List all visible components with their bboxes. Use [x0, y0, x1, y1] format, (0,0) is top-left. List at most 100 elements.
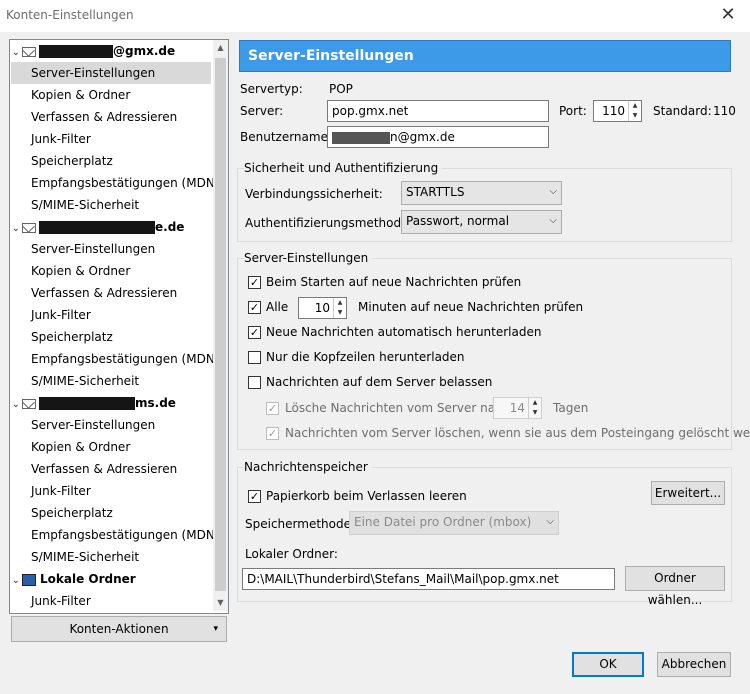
- chevron-down-icon: ⌵: [549, 215, 557, 226]
- check-new-checkbox[interactable]: ✓: [248, 276, 261, 289]
- envelope-icon: [22, 398, 36, 409]
- redacted-name: [39, 397, 135, 410]
- spin-down-icon[interactable]: ▼: [628, 111, 641, 121]
- port-label: Port:: [559, 104, 587, 118]
- interval-stepper[interactable]: 10 ▲ ▼: [298, 297, 347, 319]
- conn-security-select[interactable]: STARTTLS ⌵: [401, 181, 562, 205]
- chevron-down-icon: ⌵: [549, 186, 557, 197]
- tree-item-storage[interactable]: Speicherplatz: [30, 326, 113, 348]
- port-value: 110: [602, 104, 625, 118]
- tree-item-junk[interactable]: Junk-Filter: [30, 128, 91, 150]
- server-input[interactable]: pop.gmx.net: [327, 100, 549, 122]
- tree-item-server-settings[interactable]: Server-Einstellungen: [30, 238, 155, 260]
- auth-method-value: Passwort, normal: [406, 214, 510, 228]
- tree-item-mdn[interactable]: Empfangsbestätigungen (MDN): [30, 524, 219, 546]
- collapse-icon[interactable]: ⌄: [12, 570, 22, 592]
- spin-down-icon[interactable]: ▼: [528, 408, 541, 418]
- username-input[interactable]: n@gmx.de: [327, 126, 549, 148]
- scroll-down-icon[interactable]: ▼: [213, 595, 228, 611]
- store-method-label: Speichermethode:: [245, 517, 356, 531]
- tree-item-mdn[interactable]: Empfangsbestätigungen (MDN): [30, 172, 219, 194]
- account-actions-button[interactable]: Konten-Aktionen ▾: [11, 616, 227, 642]
- tree-item-compose[interactable]: Verfassen & Adressieren: [30, 458, 177, 480]
- auth-method-label: Authentifizierungsmethode:: [245, 216, 413, 230]
- tree-item-smime[interactable]: S/MIME-Sicherheit: [30, 546, 139, 568]
- local-folder-label: Lokaler Ordner:: [245, 547, 338, 561]
- standard-label: Standard:: [653, 104, 712, 118]
- delete-after-value: 14: [509, 401, 525, 415]
- account-tree[interactable]: ⌄ @gmx.de Server-Einstellungen Kopien & O…: [9, 39, 229, 614]
- delete-after-label: Lösche Nachrichten vom Server nach: [285, 401, 510, 415]
- auto-download-checkbox[interactable]: ✓: [248, 326, 261, 339]
- collapse-icon[interactable]: ⌄: [12, 218, 22, 240]
- envelope-icon: [22, 222, 36, 233]
- leave-on-server-label: Nachrichten auf dem Server belassen: [266, 375, 493, 389]
- every-checkbox[interactable]: ✓: [248, 301, 261, 314]
- tree-item-mdn[interactable]: Empfangsbestätigungen (MDN): [30, 348, 219, 370]
- advanced-button[interactable]: Erweitert...: [651, 481, 725, 505]
- tree-item-copies-folders[interactable]: Kopien & Ordner: [30, 260, 130, 282]
- panel-title: Server-Einstellungen: [248, 48, 414, 64]
- store-method-select[interactable]: Eine Datei pro Ordner (mbox) ⌵: [349, 511, 559, 535]
- spin-down-icon[interactable]: ▼: [333, 308, 346, 318]
- tree-item-smime[interactable]: S/MIME-Sicherheit: [30, 194, 139, 216]
- monitor-icon: [22, 573, 36, 586]
- conn-security-label: Verbindungssicherheit:: [245, 187, 383, 201]
- leave-on-server-checkbox[interactable]: [248, 376, 261, 389]
- store-method-value: Eine Datei pro Ordner (mbox): [354, 515, 532, 529]
- auto-download-label: Neue Nachrichten automatisch herunterlad…: [266, 325, 542, 339]
- tree-item-compose[interactable]: Verfassen & Adressieren: [30, 106, 177, 128]
- ok-button[interactable]: OK: [572, 652, 644, 677]
- tree-item-server-settings[interactable]: Server-Einstellungen: [11, 62, 211, 84]
- collapse-icon[interactable]: ⌄: [12, 394, 22, 416]
- headers-only-label: Nur die Kopfzeilen herunterladen: [266, 350, 465, 364]
- tree-item-compose[interactable]: Verfassen & Adressieren: [30, 282, 177, 304]
- choose-folder-button[interactable]: Ordner wählen...: [625, 566, 725, 607]
- auth-method-select[interactable]: Passwort, normal ⌵: [401, 210, 562, 234]
- spin-up-icon[interactable]: ▲: [528, 398, 541, 408]
- delete-when-deleted-checkbox[interactable]: ✓: [266, 427, 279, 440]
- account-name: Lokale Ordner: [40, 572, 136, 586]
- username-value: n@gmx.de: [390, 130, 455, 144]
- delete-after-stepper[interactable]: 14 ▲ ▼: [493, 397, 542, 419]
- headers-only-checkbox[interactable]: [248, 351, 261, 364]
- account-row-3[interactable]: ⌄ ms.de: [12, 392, 176, 414]
- close-icon[interactable]: ✕: [718, 4, 738, 25]
- spin-up-icon[interactable]: ▲: [333, 298, 346, 308]
- tree-item-copies-folders[interactable]: Kopien & Ordner: [30, 84, 130, 106]
- window-title: Konten-Einstellungen: [6, 8, 134, 22]
- account-row-gmx[interactable]: ⌄ @gmx.de: [12, 40, 175, 62]
- port-stepper[interactable]: 110 ▲ ▼: [593, 100, 642, 122]
- tree-item-smime[interactable]: S/MIME-Sicherheit: [30, 370, 139, 392]
- tree-item-storage[interactable]: Speicherplatz: [30, 502, 113, 524]
- servertype-label: Servertyp:: [240, 82, 303, 96]
- tree-item-junk[interactable]: Junk-Filter: [30, 304, 91, 326]
- cancel-button[interactable]: Abbrechen: [657, 652, 731, 677]
- account-row-2[interactable]: ⌄ e.de: [12, 216, 184, 238]
- scroll-up-icon[interactable]: ▲: [213, 40, 228, 56]
- local-folder-input[interactable]: D:\MAIL\Thunderbird\Stefans_Mail\Mail\po…: [242, 568, 615, 590]
- empty-trash-label: Papierkorb beim Verlassen leeren: [266, 489, 467, 503]
- tree-item-storage[interactable]: Speicherplatz: [30, 150, 113, 172]
- every-label: Alle: [266, 300, 289, 314]
- delete-after-checkbox[interactable]: ✓: [266, 402, 279, 415]
- collapse-icon[interactable]: ⌄: [12, 42, 22, 64]
- tree-item-junk[interactable]: Junk-Filter: [30, 480, 91, 502]
- panel-header: Server-Einstellungen: [239, 40, 731, 72]
- tree-item-copies-folders[interactable]: Kopien & Ordner: [30, 436, 130, 458]
- tree-item-junk[interactable]: Junk-Filter: [30, 590, 91, 612]
- every-suffix-label: Minuten auf neue Nachrichten prüfen: [358, 300, 584, 314]
- redacted-username: [332, 131, 390, 144]
- account-actions-label: Konten-Aktionen: [69, 622, 169, 636]
- spin-up-icon[interactable]: ▲: [628, 101, 641, 111]
- empty-trash-checkbox[interactable]: ✓: [248, 490, 261, 503]
- scrollbar-thumb[interactable]: [215, 58, 226, 591]
- server-settings-group-title: Server-Einstellungen: [244, 251, 373, 265]
- account-row-local[interactable]: ⌄ Lokale Ordner: [12, 568, 136, 590]
- security-group-title: Sicherheit und Authentifizierung: [244, 161, 443, 175]
- standard-value: 110: [713, 104, 736, 118]
- dropdown-icon: ▾: [213, 624, 218, 634]
- tree-item-server-settings[interactable]: Server-Einstellungen: [30, 414, 155, 436]
- account-name: e.de: [155, 220, 185, 234]
- redacted-name: [39, 221, 155, 234]
